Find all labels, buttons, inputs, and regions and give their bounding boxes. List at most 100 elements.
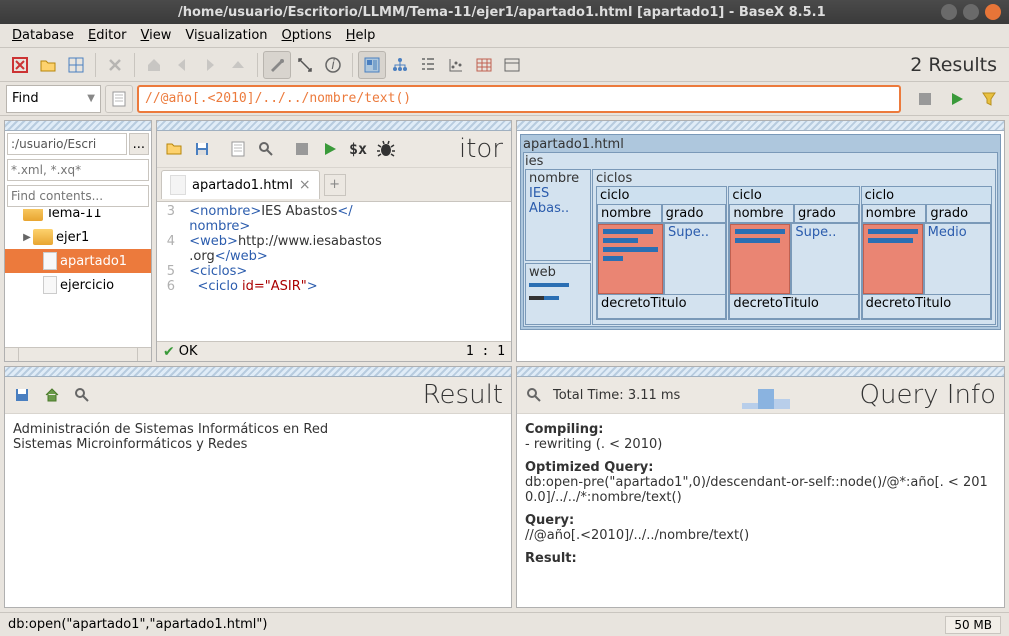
- minimize-button[interactable]: [941, 4, 957, 20]
- find-mode-label: Find: [12, 91, 39, 106]
- main-toolbar: i 2 Results: [0, 48, 1009, 82]
- titlebar: /home/usuario/Escritorio/LLMM/Tema-11/ej…: [0, 0, 1009, 24]
- project-path-input[interactable]: [7, 133, 127, 155]
- result-body[interactable]: Administración de Sistemas Informáticos …: [5, 414, 511, 607]
- folder-view-icon[interactable]: [414, 51, 442, 79]
- status-text: OK: [179, 344, 198, 359]
- save-result-icon[interactable]: [9, 382, 35, 408]
- optimized-header: Optimized Query:: [525, 460, 653, 475]
- menu-database[interactable]: Database: [6, 26, 80, 45]
- result-toggle-icon[interactable]: [291, 51, 319, 79]
- panel-grip[interactable]: [157, 121, 511, 131]
- find-contents-input[interactable]: [7, 185, 149, 207]
- viz-ciclo[interactable]: ciclo nombregrado Medio decretoTitulo: [861, 186, 992, 320]
- save-icon[interactable]: [189, 136, 215, 162]
- expand-icon[interactable]: ▶: [21, 232, 33, 243]
- scroll-left[interactable]: [5, 348, 19, 361]
- app-statusbar: db:open("apartado1","apartado1.html") 50…: [0, 612, 1009, 636]
- close-tab-icon[interactable]: ×: [299, 177, 311, 193]
- search-result-icon[interactable]: [69, 382, 95, 408]
- panel-grip[interactable]: [517, 367, 1004, 377]
- search-icon[interactable]: [253, 136, 279, 162]
- stop-button[interactable]: [911, 85, 939, 113]
- document-icon: [170, 175, 186, 195]
- plot-view-icon[interactable]: [442, 51, 470, 79]
- debug-icon[interactable]: [373, 136, 399, 162]
- history-icon[interactable]: [225, 136, 251, 162]
- filter-button[interactable]: [975, 85, 1003, 113]
- forward-icon[interactable]: [196, 51, 224, 79]
- tree-file-selected[interactable]: apartado1: [5, 249, 151, 273]
- explorer-view-icon[interactable]: [498, 51, 526, 79]
- result-title: Result: [423, 380, 503, 410]
- folder-icon: [23, 209, 43, 221]
- result-panel: Result Administración de Sistemas Inform…: [4, 366, 512, 608]
- file-icon: [43, 276, 57, 294]
- viz-ciclo[interactable]: ciclo nombregrado Supe.. decretoTitulo: [596, 186, 727, 320]
- file-filter-input[interactable]: [7, 159, 149, 181]
- stop-icon[interactable]: [289, 136, 315, 162]
- file-icon: [43, 252, 57, 270]
- menu-visualization[interactable]: Visualization: [179, 26, 273, 45]
- status-command: db:open("apartado1","apartado1.html"): [8, 617, 267, 632]
- query-input[interactable]: [137, 85, 901, 113]
- close-button[interactable]: [985, 4, 1001, 20]
- compiling-text: - rewriting (. < 2010): [525, 437, 996, 452]
- memory-usage[interactable]: 50 MB: [945, 616, 1001, 634]
- dropdown-icon: ▼: [87, 93, 95, 104]
- table-view-icon[interactable]: [470, 51, 498, 79]
- close-db-icon[interactable]: [101, 51, 129, 79]
- up-icon[interactable]: [224, 51, 252, 79]
- history-button[interactable]: [105, 85, 133, 113]
- panel-grip[interactable]: [517, 121, 1004, 131]
- editor-panel: $x itor apartado1.html × + 3 <nombre>IES…: [156, 120, 512, 362]
- query-info-body[interactable]: Compiling: - rewriting (. < 2010) Optimi…: [517, 414, 1004, 607]
- cursor-position: 1 : 1: [466, 344, 505, 359]
- run-button[interactable]: [943, 85, 971, 113]
- add-tab-button[interactable]: +: [324, 174, 346, 196]
- tree-view-icon[interactable]: [386, 51, 414, 79]
- scroll-right[interactable]: [137, 348, 151, 361]
- menu-options[interactable]: Options: [276, 26, 338, 45]
- query-bar: Find ▼: [0, 82, 1009, 116]
- open-file-icon[interactable]: [161, 136, 187, 162]
- browse-button[interactable]: ...: [129, 133, 149, 155]
- tree-folder[interactable]: Tema-11: [5, 209, 151, 225]
- window-title: /home/usuario/Escritorio/LLMM/Tema-11/ej…: [178, 5, 826, 20]
- menu-editor[interactable]: Editor: [82, 26, 132, 45]
- open-icon[interactable]: [34, 51, 62, 79]
- viz-ciclo[interactable]: ciclo nombregrado Supe.. decretoTitulo: [728, 186, 859, 320]
- grid-icon[interactable]: [62, 51, 90, 79]
- map-view[interactable]: apartado1.html ies nombreIES Abas.. web …: [517, 131, 1004, 361]
- tree-folder[interactable]: ▶ejer1: [5, 225, 151, 249]
- maximize-button[interactable]: [963, 4, 979, 20]
- optimized-text: db:open-pre("apartado1",0)/descendant-or…: [525, 475, 996, 505]
- tree-file[interactable]: ejercicio: [5, 273, 151, 297]
- panel-grip[interactable]: [5, 367, 511, 377]
- back-icon[interactable]: [168, 51, 196, 79]
- info-icon[interactable]: i: [319, 51, 347, 79]
- main-area: ... Tema-11 ▶ejer1 apartado1 ejercicio $…: [0, 116, 1009, 612]
- editor-tab[interactable]: apartado1.html ×: [161, 170, 320, 199]
- run-icon[interactable]: [317, 136, 343, 162]
- timing-chart: [742, 381, 790, 409]
- results-count: 2 Results: [910, 54, 997, 76]
- compiling-header: Compiling:: [525, 422, 603, 437]
- query-info-panel: Total Time: 3.11 ms Query Info Compiling…: [516, 366, 1005, 608]
- map-view-icon[interactable]: [358, 51, 386, 79]
- vars-button[interactable]: $x: [345, 136, 371, 162]
- panel-grip[interactable]: [5, 121, 151, 131]
- find-mode-combo[interactable]: Find ▼: [6, 85, 101, 113]
- menu-view[interactable]: View: [135, 26, 178, 45]
- editor-toggle-icon[interactable]: [263, 51, 291, 79]
- home-icon[interactable]: [140, 51, 168, 79]
- code-editor[interactable]: 3 <nombre>IES Abastos</ nombre>4 <web>ht…: [157, 201, 511, 341]
- menu-help[interactable]: Help: [340, 26, 382, 45]
- menubar: Database Editor View Visualization Optio…: [0, 24, 1009, 48]
- new-db-icon[interactable]: [6, 51, 34, 79]
- search-qinfo-icon[interactable]: [521, 382, 547, 408]
- project-tree[interactable]: Tema-11 ▶ejer1 apartado1 ejercicio: [5, 209, 151, 347]
- total-time: Total Time: 3.11 ms: [553, 388, 680, 403]
- visualization-panel: apartado1.html ies nombreIES Abas.. web …: [516, 120, 1005, 362]
- home-result-icon[interactable]: [39, 382, 65, 408]
